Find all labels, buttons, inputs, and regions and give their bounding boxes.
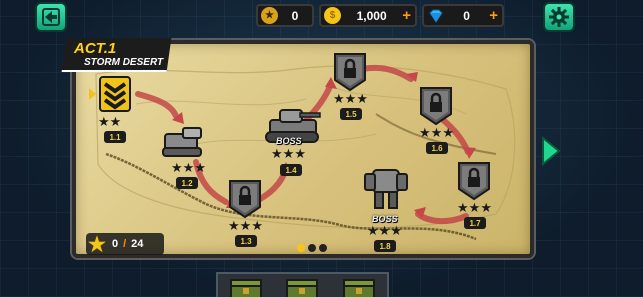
add-gems-button[interactable]: + [489, 7, 498, 24]
page-dot-2[interactable] [308, 244, 316, 252]
page-dot-1[interactable] [297, 244, 305, 252]
gold-value: 1,000 [356, 8, 387, 23]
page-dot-3[interactable] [319, 244, 327, 252]
stage-node-1-5[interactable] [333, 52, 367, 92]
stage-1-4-label: 1.4 [280, 164, 302, 176]
bottom-crate-bar [216, 272, 389, 297]
stage-node-1-6[interactable] [419, 86, 453, 126]
stage-1-2-stars: ★ ★ ★ [171, 160, 206, 175]
add-gold-button[interactable]: + [402, 7, 411, 24]
stage-1-3-label: 1.3 [235, 235, 257, 247]
stage-1-8-label: 1.8 [374, 240, 396, 252]
stage-1-4-stars: ★ ★ ★ [271, 146, 306, 161]
coin-icon: $ [324, 7, 341, 24]
gems-counter: 0 + [422, 4, 504, 27]
settings-button[interactable] [543, 2, 575, 32]
gems-value: 0 [463, 8, 470, 23]
star-progress: ★ 0 / 24 [86, 233, 164, 256]
stage-1-4-boss-tag: BOSS [276, 136, 302, 146]
next-page-arrow-icon[interactable] [541, 136, 561, 166]
stars-earned: 0 [111, 238, 119, 250]
back-button[interactable] [35, 2, 67, 32]
stage-node-1-2[interactable] [161, 124, 207, 160]
stage-1-1-label: 1.1 [104, 131, 126, 143]
crate-icon[interactable] [342, 276, 376, 297]
stage-1-6-stars: ★ ★ ★ [419, 125, 454, 140]
stage-node-1-7[interactable] [457, 161, 491, 201]
stage-map: ★ ★ 1.1 ★ ★ ★ 1.2 ★ ★ ★ 1.3 BOSS ★ ★ ★ 1.4 ★ ★ ★ … [72, 40, 534, 258]
star-icon: ★ [88, 233, 106, 256]
crate-icon[interactable] [229, 276, 263, 297]
act-subtitle: STORM DESERT [84, 57, 164, 68]
medal-icon: ★ [261, 7, 278, 24]
back-arrow-icon [42, 8, 60, 26]
stage-1-2-label: 1.2 [176, 177, 198, 189]
stage-node-1-1[interactable] [99, 76, 131, 112]
medals-counter: ★ 0 [256, 4, 314, 27]
stage-node-1-8[interactable] [361, 164, 411, 212]
crate-icon[interactable] [285, 276, 319, 297]
gear-icon [549, 7, 569, 27]
stage-1-7-label: 1.7 [464, 217, 486, 229]
stars-total: 24 [131, 238, 144, 250]
act-title: ACT.1 [74, 40, 117, 57]
stage-1-6-label: 1.6 [426, 142, 448, 154]
stars-separator: / [123, 238, 127, 250]
medals-value: 0 [291, 8, 299, 23]
gold-counter: $ 1,000 + [319, 4, 417, 27]
current-stage-marker-icon [89, 88, 96, 100]
stage-1-3-stars: ★ ★ ★ [228, 218, 263, 233]
stage-1-5-stars: ★ ★ ★ [333, 91, 368, 106]
page-indicator [297, 244, 327, 252]
stage-1-8-stars: ★ ★ ★ [367, 223, 402, 238]
stage-1-5-label: 1.5 [340, 108, 362, 120]
stage-node-1-3[interactable] [228, 179, 262, 219]
stage-1-7-stars: ★ ★ ★ [457, 200, 492, 215]
diamond-icon [427, 7, 444, 24]
stage-1-1-stars: ★ ★ [98, 114, 122, 129]
